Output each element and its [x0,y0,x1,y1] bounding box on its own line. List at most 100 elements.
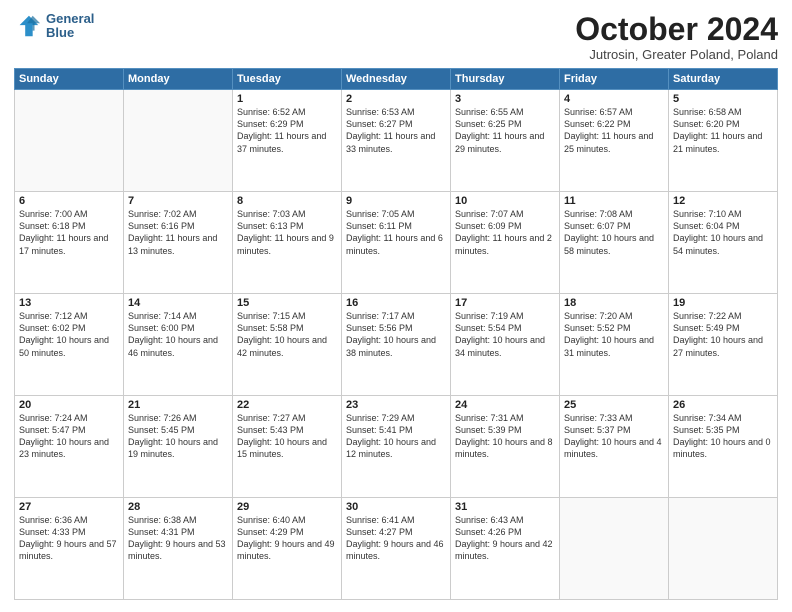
calendar-cell: 14Sunrise: 7:14 AMSunset: 6:00 PMDayligh… [124,294,233,396]
calendar-cell: 7Sunrise: 7:02 AMSunset: 6:16 PMDaylight… [124,192,233,294]
day-info: Sunrise: 6:41 AMSunset: 4:27 PMDaylight:… [346,514,446,563]
calendar-cell: 12Sunrise: 7:10 AMSunset: 6:04 PMDayligh… [669,192,778,294]
day-info: Sunrise: 7:33 AMSunset: 5:37 PMDaylight:… [564,412,664,461]
logo-line1: General [46,12,94,26]
calendar-cell: 8Sunrise: 7:03 AMSunset: 6:13 PMDaylight… [233,192,342,294]
day-info: Sunrise: 7:24 AMSunset: 5:47 PMDaylight:… [19,412,119,461]
day-info: Sunrise: 7:10 AMSunset: 6:04 PMDaylight:… [673,208,773,257]
day-number: 13 [19,297,119,309]
day-info: Sunrise: 6:43 AMSunset: 4:26 PMDaylight:… [455,514,555,563]
calendar-cell: 25Sunrise: 7:33 AMSunset: 5:37 PMDayligh… [560,396,669,498]
calendar-cell: 24Sunrise: 7:31 AMSunset: 5:39 PMDayligh… [451,396,560,498]
day-number: 19 [673,297,773,309]
week-row-3: 13Sunrise: 7:12 AMSunset: 6:02 PMDayligh… [15,294,778,396]
day-number: 26 [673,399,773,411]
title-block: October 2024 Jutrosin, Greater Poland, P… [575,12,778,62]
week-row-5: 27Sunrise: 6:36 AMSunset: 4:33 PMDayligh… [15,498,778,600]
logo: General Blue [14,12,94,41]
day-info: Sunrise: 7:19 AMSunset: 5:54 PMDaylight:… [455,310,555,359]
day-number: 3 [455,93,555,105]
day-info: Sunrise: 6:53 AMSunset: 6:27 PMDaylight:… [346,106,446,155]
calendar-header-row: SundayMondayTuesdayWednesdayThursdayFrid… [15,69,778,90]
day-info: Sunrise: 7:31 AMSunset: 5:39 PMDaylight:… [455,412,555,461]
calendar-cell [124,90,233,192]
day-number: 23 [346,399,446,411]
calendar-cell: 5Sunrise: 6:58 AMSunset: 6:20 PMDaylight… [669,90,778,192]
day-number: 1 [237,93,337,105]
day-info: Sunrise: 7:27 AMSunset: 5:43 PMDaylight:… [237,412,337,461]
day-info: Sunrise: 6:38 AMSunset: 4:31 PMDaylight:… [128,514,228,563]
day-info: Sunrise: 7:34 AMSunset: 5:35 PMDaylight:… [673,412,773,461]
calendar-cell: 4Sunrise: 6:57 AMSunset: 6:22 PMDaylight… [560,90,669,192]
location-subtitle: Jutrosin, Greater Poland, Poland [575,47,778,62]
day-info: Sunrise: 6:55 AMSunset: 6:25 PMDaylight:… [455,106,555,155]
column-header-monday: Monday [124,69,233,90]
day-info: Sunrise: 6:40 AMSunset: 4:29 PMDaylight:… [237,514,337,563]
day-number: 20 [19,399,119,411]
calendar-cell: 6Sunrise: 7:00 AMSunset: 6:18 PMDaylight… [15,192,124,294]
calendar-cell: 21Sunrise: 7:26 AMSunset: 5:45 PMDayligh… [124,396,233,498]
calendar-cell: 2Sunrise: 6:53 AMSunset: 6:27 PMDaylight… [342,90,451,192]
calendar-cell: 31Sunrise: 6:43 AMSunset: 4:26 PMDayligh… [451,498,560,600]
calendar-cell [669,498,778,600]
day-info: Sunrise: 6:57 AMSunset: 6:22 PMDaylight:… [564,106,664,155]
column-header-wednesday: Wednesday [342,69,451,90]
calendar-cell: 11Sunrise: 7:08 AMSunset: 6:07 PMDayligh… [560,192,669,294]
page: General Blue October 2024 Jutrosin, Grea… [0,0,792,612]
day-info: Sunrise: 7:17 AMSunset: 5:56 PMDaylight:… [346,310,446,359]
calendar-cell: 3Sunrise: 6:55 AMSunset: 6:25 PMDaylight… [451,90,560,192]
calendar-cell: 29Sunrise: 6:40 AMSunset: 4:29 PMDayligh… [233,498,342,600]
calendar-cell: 26Sunrise: 7:34 AMSunset: 5:35 PMDayligh… [669,396,778,498]
calendar-cell: 27Sunrise: 6:36 AMSunset: 4:33 PMDayligh… [15,498,124,600]
day-number: 10 [455,195,555,207]
calendar-cell: 23Sunrise: 7:29 AMSunset: 5:41 PMDayligh… [342,396,451,498]
calendar-cell: 20Sunrise: 7:24 AMSunset: 5:47 PMDayligh… [15,396,124,498]
day-number: 5 [673,93,773,105]
day-info: Sunrise: 7:08 AMSunset: 6:07 PMDaylight:… [564,208,664,257]
day-number: 16 [346,297,446,309]
week-row-2: 6Sunrise: 7:00 AMSunset: 6:18 PMDaylight… [15,192,778,294]
day-number: 25 [564,399,664,411]
calendar-cell: 10Sunrise: 7:07 AMSunset: 6:09 PMDayligh… [451,192,560,294]
day-number: 21 [128,399,228,411]
day-info: Sunrise: 7:26 AMSunset: 5:45 PMDaylight:… [128,412,228,461]
column-header-thursday: Thursday [451,69,560,90]
day-info: Sunrise: 6:58 AMSunset: 6:20 PMDaylight:… [673,106,773,155]
calendar-cell: 1Sunrise: 6:52 AMSunset: 6:29 PMDaylight… [233,90,342,192]
day-info: Sunrise: 7:07 AMSunset: 6:09 PMDaylight:… [455,208,555,257]
week-row-1: 1Sunrise: 6:52 AMSunset: 6:29 PMDaylight… [15,90,778,192]
day-info: Sunrise: 7:12 AMSunset: 6:02 PMDaylight:… [19,310,119,359]
day-info: Sunrise: 6:52 AMSunset: 6:29 PMDaylight:… [237,106,337,155]
day-number: 28 [128,501,228,513]
calendar-cell: 19Sunrise: 7:22 AMSunset: 5:49 PMDayligh… [669,294,778,396]
day-info: Sunrise: 7:29 AMSunset: 5:41 PMDaylight:… [346,412,446,461]
day-info: Sunrise: 6:36 AMSunset: 4:33 PMDaylight:… [19,514,119,563]
day-number: 29 [237,501,337,513]
day-info: Sunrise: 7:14 AMSunset: 6:00 PMDaylight:… [128,310,228,359]
calendar-cell: 18Sunrise: 7:20 AMSunset: 5:52 PMDayligh… [560,294,669,396]
column-header-sunday: Sunday [15,69,124,90]
month-title: October 2024 [575,12,778,47]
day-info: Sunrise: 7:00 AMSunset: 6:18 PMDaylight:… [19,208,119,257]
calendar-cell: 22Sunrise: 7:27 AMSunset: 5:43 PMDayligh… [233,396,342,498]
column-header-friday: Friday [560,69,669,90]
day-info: Sunrise: 7:05 AMSunset: 6:11 PMDaylight:… [346,208,446,257]
day-number: 2 [346,93,446,105]
day-info: Sunrise: 7:15 AMSunset: 5:58 PMDaylight:… [237,310,337,359]
day-info: Sunrise: 7:03 AMSunset: 6:13 PMDaylight:… [237,208,337,257]
calendar-cell: 9Sunrise: 7:05 AMSunset: 6:11 PMDaylight… [342,192,451,294]
calendar-cell: 30Sunrise: 6:41 AMSunset: 4:27 PMDayligh… [342,498,451,600]
day-number: 30 [346,501,446,513]
day-number: 7 [128,195,228,207]
day-number: 18 [564,297,664,309]
logo-icon [14,12,42,40]
header: General Blue October 2024 Jutrosin, Grea… [14,12,778,62]
day-number: 12 [673,195,773,207]
calendar-cell: 15Sunrise: 7:15 AMSunset: 5:58 PMDayligh… [233,294,342,396]
calendar-cell: 13Sunrise: 7:12 AMSunset: 6:02 PMDayligh… [15,294,124,396]
calendar-cell: 17Sunrise: 7:19 AMSunset: 5:54 PMDayligh… [451,294,560,396]
day-number: 4 [564,93,664,105]
day-info: Sunrise: 7:22 AMSunset: 5:49 PMDaylight:… [673,310,773,359]
day-number: 6 [19,195,119,207]
day-info: Sunrise: 7:02 AMSunset: 6:16 PMDaylight:… [128,208,228,257]
